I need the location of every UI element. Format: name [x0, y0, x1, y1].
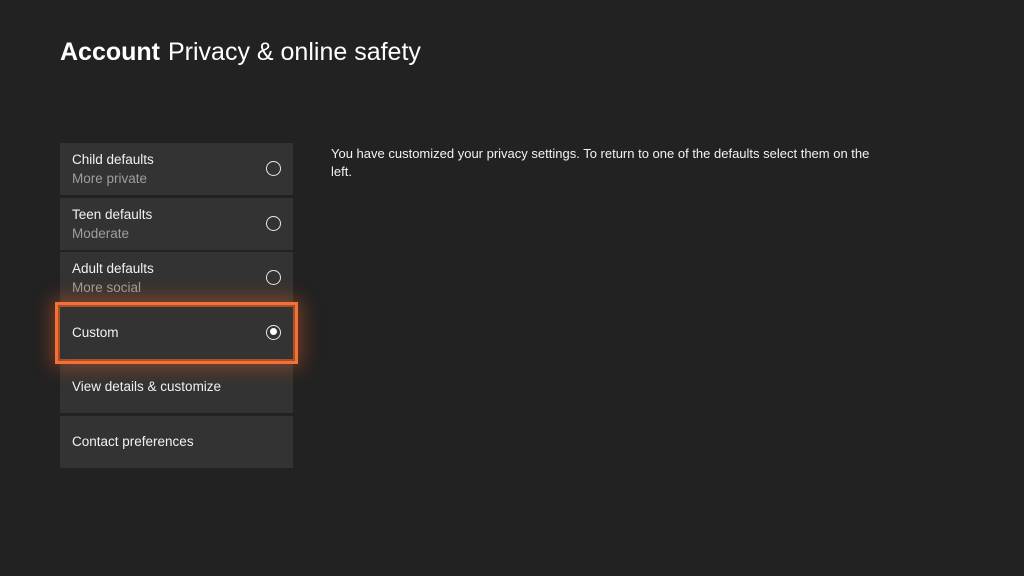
- section-title: Account: [60, 38, 160, 66]
- privacy-menu: Child defaults More private Teen default…: [55, 143, 298, 470]
- option-subtitle: More private: [72, 171, 148, 186]
- option-title: Custom: [72, 324, 119, 340]
- option-title: Adult defaults: [72, 261, 154, 276]
- radio-checked-icon[interactable]: [266, 324, 281, 340]
- option-subtitle: Moderate: [72, 225, 130, 241]
- teen-defaults-option[interactable]: Teen defaults Moderate: [60, 197, 293, 250]
- option-title: Contact preferences: [72, 433, 194, 449]
- page-header: Account Privacy & online safety: [60, 36, 421, 68]
- option-title: View details & customize: [72, 379, 222, 394]
- custom-settings-description: You have customized your privacy setting…: [331, 146, 870, 179]
- page-title: Privacy & online safety: [168, 38, 421, 66]
- child-defaults-option[interactable]: Child defaults More private: [60, 143, 293, 195]
- custom-option[interactable]: Custom: [55, 301, 298, 364]
- view-details-customize-button[interactable]: View details & customize: [60, 361, 293, 413]
- radio-unchecked-icon[interactable]: [266, 161, 281, 176]
- option-title: Teen defaults: [72, 206, 153, 222]
- radio-unchecked-icon[interactable]: [266, 215, 281, 231]
- contact-preferences-button[interactable]: Contact preferences: [60, 415, 293, 468]
- option-title: Child defaults: [72, 152, 154, 167]
- option-subtitle: More social: [72, 280, 142, 295]
- adult-defaults-option[interactable]: Adult defaults More social: [60, 252, 293, 304]
- radio-unchecked-icon[interactable]: [266, 270, 281, 285]
